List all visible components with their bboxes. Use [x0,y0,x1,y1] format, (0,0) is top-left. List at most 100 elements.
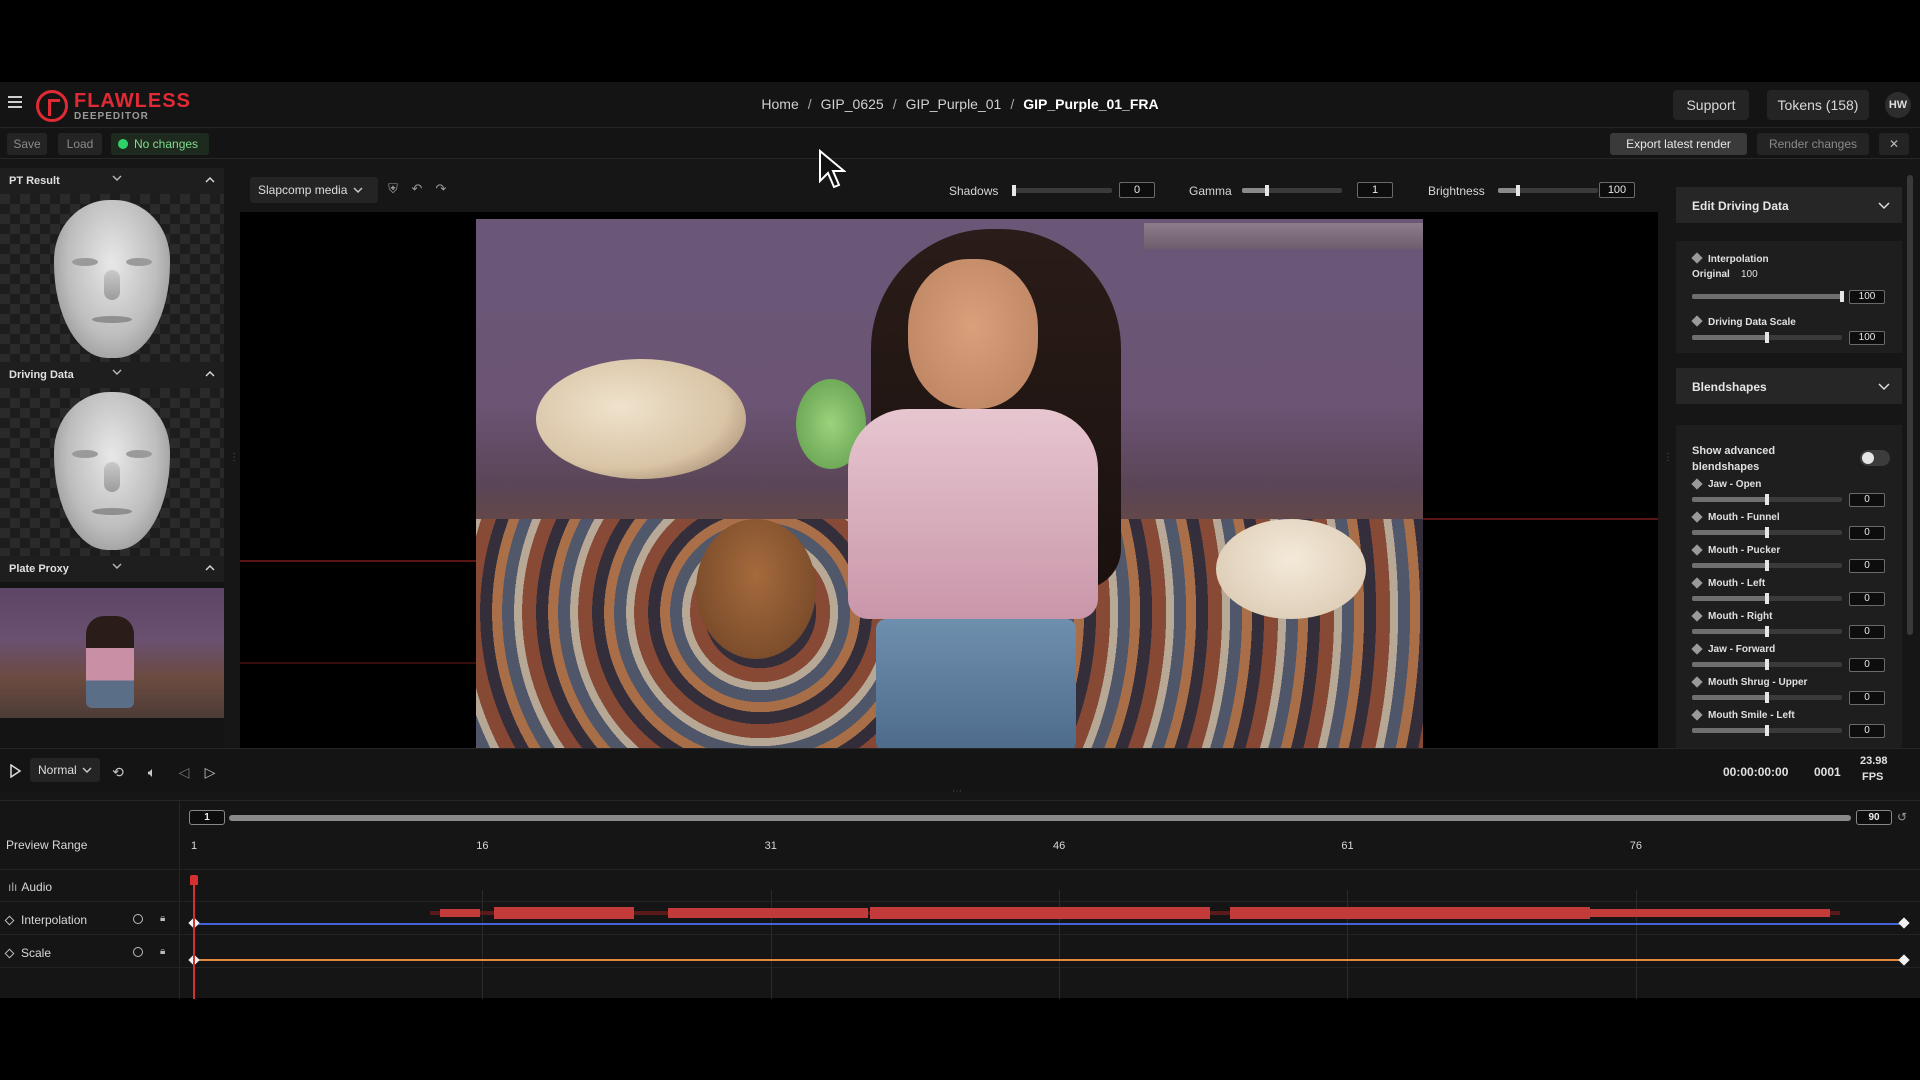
timeline-resize-handle-icon[interactable]: ⋯ [952,786,962,797]
blendshapes-header[interactable]: Blendshapes [1676,368,1902,404]
interpolation-slider[interactable] [1692,291,1844,302]
chevron-up-icon[interactable] [205,175,215,185]
interpolation-value-input[interactable]: 100 [1849,290,1885,304]
playhead[interactable] [190,875,198,999]
support-button[interactable]: Support [1673,90,1749,120]
redo-icon[interactable]: ↷ [434,182,448,196]
driving-data-scale-value-input[interactable]: 100 [1849,331,1885,345]
lock-icon[interactable]: 🔒︎ [160,913,165,924]
chevron-down-icon[interactable] [112,173,122,183]
chevron-down-icon[interactable] [112,561,122,571]
blendshape-value-input[interactable]: 0 [1849,526,1885,540]
lock-icon[interactable]: 🔒︎ [160,946,165,957]
reset-range-icon[interactable]: ↺ [1897,810,1907,824]
chevron-down-icon[interactable] [112,367,122,377]
keyframe-diamond-icon[interactable] [4,948,15,959]
left-resize-handle-icon[interactable]: ⋮ [229,452,239,463]
close-icon[interactable]: ✕ [1879,133,1909,155]
chevron-down-icon [353,187,363,193]
chevron-up-icon[interactable] [205,369,215,379]
scale-track-label: Scale [4,946,51,960]
blendshape-value-input[interactable]: 0 [1849,592,1885,606]
plate-proxy-thumbnail [0,588,224,718]
driving-data-preview [0,388,224,556]
mask-icon[interactable]: ⛨ [386,182,400,196]
preview-range-bar[interactable] [229,815,1851,821]
gamma-value-input[interactable]: 1 [1357,182,1393,198]
tokens-button[interactable]: Tokens (158) [1767,90,1869,120]
blendshape-slider[interactable] [1692,692,1842,703]
blendshape-slider[interactable] [1692,560,1842,571]
blendshape-slider[interactable] [1692,593,1842,604]
breadcrumb-home[interactable]: Home [761,96,798,112]
driving-data-scale-slider[interactable] [1692,332,1842,343]
gamma-label: Gamma [1189,184,1232,198]
panel-pt-result-header[interactable]: PT Result [0,168,224,194]
tick-label: 76 [1629,840,1642,852]
audio-track-name: Audio [21,880,53,894]
brightness-label: Brightness [1428,184,1485,198]
blendshape-value-input[interactable]: 0 [1849,724,1885,738]
shadows-value-input[interactable]: 0 [1119,182,1155,198]
action-bar: Save Load No changes Export latest rende… [0,129,1920,159]
advanced-blendshapes-toggle[interactable] [1860,450,1890,466]
play-icon[interactable] [7,763,23,780]
shadows-slider[interactable] [1012,185,1112,196]
blendshape-value-input[interactable]: 0 [1849,559,1885,573]
load-button[interactable]: Load [58,133,102,155]
media-select[interactable]: Slapcomp media [250,177,378,203]
undo-icon[interactable]: ↶ [410,182,424,196]
previous-keyframe-icon[interactable]: ◁ [176,764,192,780]
blendshape-value-input[interactable]: 0 [1849,691,1885,705]
render-changes-button[interactable]: Render changes [1757,133,1869,155]
export-latest-render-button[interactable]: Export latest render [1610,133,1747,155]
loop-icon[interactable]: ⟲ [110,764,126,780]
gamma-slider[interactable] [1242,185,1342,196]
playback-speed-select[interactable]: Normal [30,758,100,782]
timeline: Preview Range ılı Audio Interpolation 🔒︎ … [0,800,1920,999]
volume-icon[interactable]: 🔈︎ [144,764,160,780]
range-start-input[interactable]: 1 [189,810,225,825]
breadcrumb-shot[interactable]: GIP_Purple_01 [906,96,1002,112]
logo-subtitle: DEEPEDITOR [74,110,149,122]
chevron-up-icon[interactable] [205,563,215,573]
range-end-input[interactable]: 90 [1856,810,1892,825]
scale-curve[interactable] [193,959,1905,961]
next-keyframe-icon[interactable]: ▷ [202,764,218,780]
blendshape-slider[interactable] [1692,527,1842,538]
blendshape-slider[interactable] [1692,626,1842,637]
blendshape-slider[interactable] [1692,494,1842,505]
video-frame[interactable] [476,219,1423,752]
panel-plate-proxy-header[interactable]: Plate Proxy [0,556,224,582]
brightness-value-input[interactable]: 100 [1599,182,1635,198]
keyframe-diamond-icon[interactable] [4,915,15,926]
record-icon[interactable] [133,947,143,957]
blendshapes-title: Blendshapes [1692,380,1767,394]
blendshape-value-input[interactable]: 0 [1849,493,1885,507]
driving-data-face [54,392,170,550]
keyframe-diamond-icon[interactable] [1898,954,1910,966]
chevron-down-icon[interactable] [1878,380,1890,392]
blendshape-value-input[interactable]: 0 [1849,625,1885,639]
save-button[interactable]: Save [7,133,47,155]
breadcrumb-project[interactable]: GIP_0625 [821,96,884,112]
right-resize-handle-icon[interactable]: ⋮ [1663,452,1673,463]
panel-title: Driving Data [9,369,74,381]
keyframe-diamond-icon[interactable] [1898,917,1910,929]
pt-result-face [54,200,170,358]
interpolation-curve[interactable] [193,923,1905,925]
tick-label: 16 [476,840,489,852]
panel-driving-data-header[interactable]: Driving Data [0,362,224,388]
edit-driving-data-title: Edit Driving Data [1692,199,1789,213]
brightness-slider[interactable] [1498,185,1598,196]
blendshape-value-input[interactable]: 0 [1849,658,1885,672]
breadcrumb-current: GIP_Purple_01_FRA [1023,96,1159,112]
right-panel-scrollbar[interactable] [1907,175,1913,635]
blendshape-slider[interactable] [1692,659,1842,670]
avatar[interactable]: HW [1885,92,1911,118]
chevron-down-icon[interactable] [1878,199,1890,211]
record-icon[interactable] [133,914,143,924]
blendshape-slider[interactable] [1692,725,1842,736]
menu-icon[interactable] [8,96,22,110]
edit-driving-data-header[interactable]: Edit Driving Data [1676,187,1902,223]
